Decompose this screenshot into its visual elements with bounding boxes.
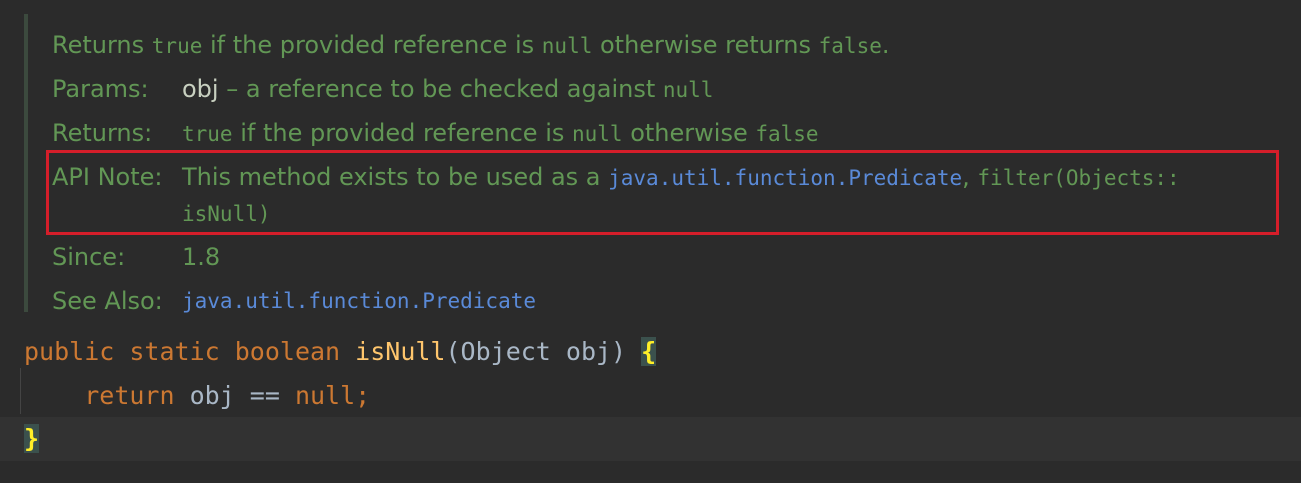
see-also-label: See Also: — [52, 287, 163, 315]
method-params: (Object obj) — [445, 337, 642, 366]
method-name: isNull — [355, 337, 446, 366]
doc-params-row: Params: obj – a reference to be checked … — [52, 68, 1281, 112]
param-code-null: null — [662, 78, 714, 102]
code-line-1[interactable]: public static boolean isNull(Object obj)… — [24, 332, 657, 372]
summary-code-true: true — [151, 34, 203, 58]
returns-text: if the provided reference is — [232, 119, 572, 147]
close-brace: } — [24, 424, 40, 453]
return-expression: obj == — [174, 381, 295, 410]
returns-code-true: true — [182, 122, 233, 146]
current-line-highlight — [0, 417, 1301, 461]
since-value: 1.8 — [182, 243, 221, 271]
summary-text: . — [881, 31, 890, 59]
code-line-2[interactable]: return obj == null; — [24, 376, 370, 416]
keyword-boolean: boolean — [234, 337, 341, 366]
code-editor[interactable]: public static boolean isNull(Object obj)… — [0, 318, 1301, 483]
see-also-predicate-link[interactable]: java.util.function.Predicate — [182, 280, 536, 323]
keyword-static: static — [129, 337, 220, 366]
summary-text: Returns — [52, 31, 152, 59]
code-line-3[interactable]: } — [24, 419, 40, 459]
param-name: obj — [182, 75, 219, 103]
since-label: Since: — [52, 243, 126, 271]
returns-label: Returns: — [52, 119, 153, 147]
param-description: – a reference to be checked against — [218, 75, 663, 103]
keyword-public: public — [24, 337, 115, 366]
javadoc-panel: Returns true if the provided reference i… — [0, 0, 1301, 318]
returns-code-null: null — [572, 122, 623, 146]
open-brace: { — [641, 337, 657, 366]
semicolon: ; — [355, 381, 371, 410]
doc-since-row: Since: 1.8 — [52, 236, 1281, 280]
api-note-highlight-box — [46, 150, 1279, 235]
returns-text: otherwise — [622, 119, 756, 147]
doc-gutter-bar — [24, 14, 28, 312]
doc-summary: Returns true if the provided reference i… — [52, 24, 1281, 68]
keyword-return: return — [84, 381, 175, 410]
summary-text: otherwise returns — [592, 31, 819, 59]
returns-code-false: false — [755, 122, 819, 146]
summary-code-null: null — [541, 34, 593, 58]
summary-text: if the provided reference is — [202, 31, 542, 59]
indent-guide — [20, 368, 21, 414]
keyword-null: null — [294, 381, 356, 410]
params-label: Params: — [52, 75, 149, 103]
summary-code-false: false — [818, 34, 882, 58]
